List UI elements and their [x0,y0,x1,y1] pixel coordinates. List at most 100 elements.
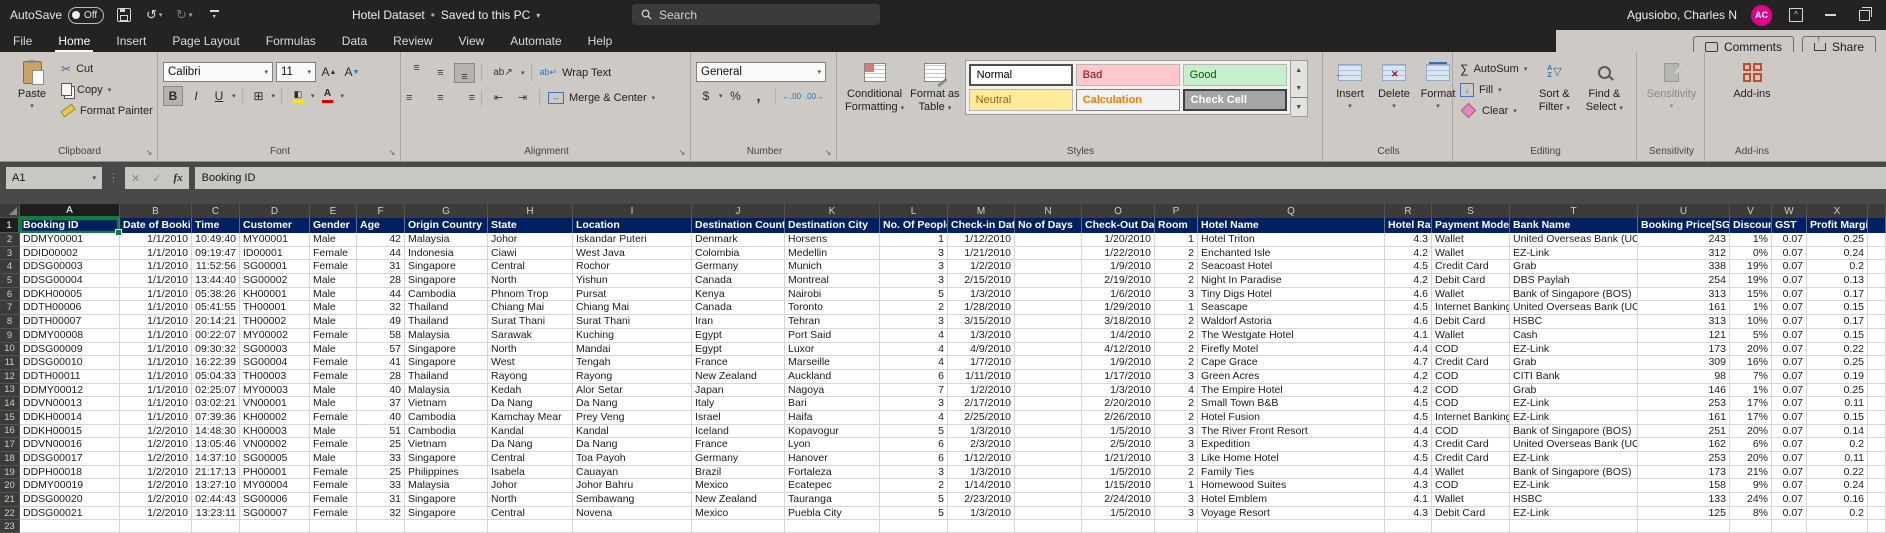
cell-M9[interactable]: 1/3/2010 [948,328,1015,343]
cell-J22[interactable]: Mexico [692,506,785,521]
tab-insert[interactable]: Insert [103,30,159,52]
cell-P22[interactable]: 3 [1155,506,1198,521]
cell-W12[interactable]: 0.07 [1772,369,1807,384]
cell-J11[interactable]: France [692,356,785,370]
cell-M5[interactable]: 2/15/2010 [948,274,1015,288]
cell-A3[interactable]: DDID00002 [20,246,120,261]
cell-D14[interactable]: VN00001 [240,397,310,411]
cell-G17[interactable]: Vietnam [405,438,488,452]
cell-P1[interactable]: Room [1155,218,1198,233]
row-header-6[interactable]: 6 [0,287,20,302]
cell-Q2[interactable]: Hotel Triton [1198,233,1385,247]
cell-U6[interactable]: 313 [1638,287,1730,302]
cell-A6[interactable]: DDKH00005 [20,287,120,302]
cell-I3[interactable]: West Java [573,246,692,261]
middle-align-button[interactable]: ≡ [430,63,451,83]
cell-Q23[interactable] [1198,520,1385,533]
cell-T23[interactable] [1510,520,1638,533]
borders-button[interactable]: ⊞ [249,86,269,106]
cell-D7[interactable]: TH00001 [240,301,310,316]
cell-S2[interactable]: Wallet [1432,233,1510,247]
cell-N17[interactable] [1015,438,1082,452]
cell-partial-19[interactable] [1868,465,1886,480]
cell-U14[interactable]: 253 [1638,397,1730,411]
cell-M21[interactable]: 2/23/2010 [948,493,1015,507]
cell-L8[interactable]: 3 [880,315,948,329]
cell-F16[interactable]: 51 [357,424,405,439]
cell-E10[interactable]: Male [310,342,357,357]
cell-F12[interactable]: 28 [357,369,405,384]
number-format-combo[interactable]: General ▾ [696,62,826,82]
cell-D2[interactable]: MY00001 [240,233,310,247]
cell-partial-16[interactable] [1868,424,1886,439]
cell-L10[interactable]: 4 [880,342,948,357]
top-align-button[interactable]: ≡ [406,62,427,83]
tab-formulas[interactable]: Formulas [253,30,329,52]
cell-W10[interactable]: 0.07 [1772,342,1807,357]
cell-B9[interactable]: 1/1/2010 [120,328,192,343]
tab-view[interactable]: View [446,30,498,52]
cell-V7[interactable]: 1% [1730,301,1772,316]
cell-P20[interactable]: 1 [1155,479,1198,494]
cell-B7[interactable]: 1/1/2010 [120,301,192,316]
cell-D20[interactable]: MY00004 [240,479,310,494]
cell-B12[interactable]: 1/1/2010 [120,369,192,384]
cell-E21[interactable]: Female [310,493,357,507]
cell-V23[interactable] [1730,520,1772,533]
cell-Q20[interactable]: Homewood Suites [1198,479,1385,494]
cell-G11[interactable]: Singapore [405,356,488,370]
cell-S6[interactable]: Wallet [1432,287,1510,302]
cell-partial-12[interactable] [1868,369,1886,384]
cell-partial-1[interactable] [1868,218,1886,233]
cell-A20[interactable]: DDMY00019 [20,479,120,494]
cell-B17[interactable]: 1/2/2010 [120,438,192,452]
cell-A15[interactable]: DDKH00014 [20,410,120,425]
cell-M16[interactable]: 1/3/2010 [948,424,1015,439]
style-bad[interactable]: Bad [1075,64,1180,86]
cell-D21[interactable]: SG00006 [240,493,310,507]
cell-Q17[interactable]: Expedition [1198,438,1385,452]
cell-U2[interactable]: 243 [1638,233,1730,247]
user-name[interactable]: Agusiobo, Charles N [1627,8,1737,22]
orientation-button[interactable]: ab↗ [488,63,518,83]
cell-M2[interactable]: 1/12/2010 [948,233,1015,247]
cell-J15[interactable]: Israel [692,410,785,425]
column-header-A[interactable]: A [20,204,120,218]
cut-button[interactable]: ✂ Cut [59,58,155,79]
decrease-indent-button[interactable]: ⇤ [488,88,509,108]
cell-W23[interactable] [1772,520,1807,533]
row-header-14[interactable]: 14 [0,397,20,411]
decrease-decimal-button[interactable]: .00→ [805,86,825,106]
number-dialog-launcher[interactable]: ↘ [823,148,833,158]
row-header-19[interactable]: 19 [0,465,20,480]
row-header-15[interactable]: 15 [0,410,20,425]
cell-C14[interactable]: 03:02:21 [192,397,240,411]
cell-S4[interactable]: Credit Card [1432,260,1510,275]
cell-J9[interactable]: Egypt [692,328,785,343]
cell-W7[interactable]: 0.07 [1772,301,1807,316]
cell-T18[interactable]: EZ-Link [1510,452,1638,466]
column-header-R[interactable]: R [1385,204,1432,218]
cell-S3[interactable]: Wallet [1432,246,1510,261]
cell-P12[interactable]: 3 [1155,369,1198,384]
cell-R11[interactable]: 4.7 [1385,356,1432,370]
cell-S10[interactable]: COD [1432,342,1510,357]
cell-S19[interactable]: Wallet [1432,465,1510,480]
cell-C21[interactable]: 02:44:43 [192,493,240,507]
cell-R12[interactable]: 4.2 [1385,369,1432,384]
cell-H4[interactable]: Central [488,260,573,275]
cell-E12[interactable]: Female [310,369,357,384]
sensitivity-button[interactable]: Sensitivity ▾ [1644,56,1700,113]
cell-M13[interactable]: 1/2/2010 [948,383,1015,398]
cell-J20[interactable]: Mexico [692,479,785,494]
cell-W16[interactable]: 0.07 [1772,424,1807,439]
cell-I16[interactable]: Kandal [573,424,692,439]
cell-Q7[interactable]: Seascape [1198,301,1385,316]
cell-E22[interactable]: Female [310,506,357,521]
cell-L6[interactable]: 5 [880,287,948,302]
cell-G4[interactable]: Singapore [405,260,488,275]
cell-T4[interactable]: Grab [1510,260,1638,275]
cell-C1[interactable]: Time [192,218,240,233]
cell-T7[interactable]: United Overseas Bank (UOB) [1510,301,1638,316]
column-header-S[interactable]: S [1432,204,1510,218]
